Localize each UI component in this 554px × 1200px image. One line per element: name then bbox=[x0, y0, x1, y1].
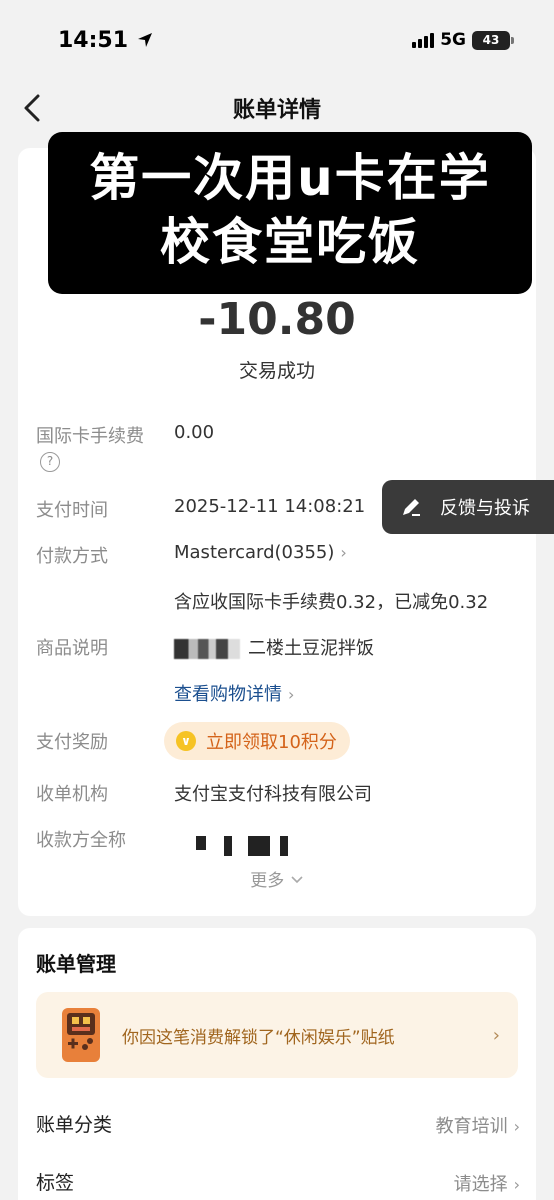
fee-note: 含应收国际卡手续费0.32，已减免0.32 bbox=[174, 592, 489, 613]
sticker-text: 你因这笔消费解锁了“休闲娱乐”贴纸 bbox=[122, 1027, 395, 1048]
merchant-value: 支付宝支付科技有限公司 bbox=[174, 784, 372, 805]
category-value: 教育培训 bbox=[435, 1116, 508, 1137]
tag-selector[interactable]: 请选择 › bbox=[454, 1170, 520, 1196]
transaction-status: 交易成功 bbox=[238, 360, 315, 382]
coin-icon: ∨ bbox=[176, 731, 196, 751]
status-indicators: 5G 43 bbox=[412, 30, 514, 50]
section-title: 账单管理 bbox=[36, 952, 116, 976]
caption-line-2: 校食堂吃饭 bbox=[160, 213, 420, 271]
feedback-button[interactable]: 反馈与投诉 bbox=[382, 480, 554, 534]
caption-overlay: 第一次用u卡在学 校食堂吃饭 bbox=[48, 132, 532, 294]
chevron-right-icon: › bbox=[513, 1175, 520, 1194]
payment-method-link[interactable]: Mastercard(0355) › bbox=[174, 542, 347, 563]
status-time: 14:51 bbox=[58, 28, 154, 53]
claim-points-button[interactable]: ∨ 立即领取10积分 bbox=[164, 722, 350, 760]
more-button[interactable]: 更多 bbox=[0, 866, 554, 891]
chevron-right-icon: › bbox=[340, 543, 347, 562]
payment-method-value: Mastercard(0355) bbox=[174, 542, 335, 563]
more-label: 更多 bbox=[250, 871, 285, 891]
reward-label: 支付奖励 bbox=[36, 732, 108, 753]
battery-level: 43 bbox=[482, 33, 500, 47]
desc-value-row: 二楼土豆泥拌饭 bbox=[174, 634, 374, 660]
purchase-details-link[interactable]: 查看购物详情 › bbox=[174, 680, 294, 706]
location-arrow-icon bbox=[137, 33, 152, 47]
category-selector[interactable]: 教育培训 › bbox=[436, 1112, 520, 1138]
redacted-payee bbox=[196, 836, 288, 856]
chevron-down-icon bbox=[291, 876, 303, 884]
bill-amount: -10.80 bbox=[198, 294, 356, 345]
method-label: 付款方式 bbox=[36, 546, 108, 567]
chevron-right-icon: › bbox=[513, 1117, 520, 1136]
fee-value: 0.00 bbox=[174, 422, 215, 443]
feedback-label: 反馈与投诉 bbox=[440, 498, 530, 519]
nav-bar: 账单详情 bbox=[0, 84, 554, 130]
caption-line-1: 第一次用u卡在学 bbox=[89, 149, 491, 207]
status-bar: 14:51 5G 43 bbox=[0, 0, 554, 80]
game-console-icon bbox=[62, 1008, 100, 1062]
sticker-banner[interactable]: 你因这笔消费解锁了“休闲娱乐”贴纸 › bbox=[36, 992, 518, 1078]
page-title: 账单详情 bbox=[232, 98, 321, 123]
signal-icon bbox=[412, 32, 435, 48]
tag-label: 标签 bbox=[36, 1172, 75, 1194]
claim-points-label: 立即领取10积分 bbox=[206, 732, 337, 753]
redacted-block bbox=[174, 639, 240, 659]
tag-value: 请选择 bbox=[453, 1174, 508, 1195]
pencil-icon bbox=[403, 499, 420, 516]
desc-value: 二楼土豆泥拌饭 bbox=[248, 638, 374, 659]
time-label: 支付时间 bbox=[36, 500, 108, 521]
battery-icon: 43 bbox=[472, 30, 514, 50]
time-value: 2025-12-11 14:08:21 bbox=[174, 496, 366, 517]
chevron-right-icon: › bbox=[288, 685, 295, 704]
fee-label: 国际卡手续费 bbox=[36, 426, 144, 447]
purchase-link-text: 查看购物详情 bbox=[174, 684, 282, 705]
network-type: 5G bbox=[440, 30, 466, 50]
category-label: 账单分类 bbox=[36, 1114, 113, 1136]
merchant-label: 收单机构 bbox=[36, 784, 108, 805]
desc-label: 商品说明 bbox=[36, 638, 108, 659]
payee-label: 收款方全称 bbox=[36, 830, 126, 851]
help-icon[interactable]: ? bbox=[40, 452, 60, 472]
chevron-right-icon: › bbox=[492, 1024, 500, 1046]
clock-text: 14:51 bbox=[58, 28, 129, 53]
